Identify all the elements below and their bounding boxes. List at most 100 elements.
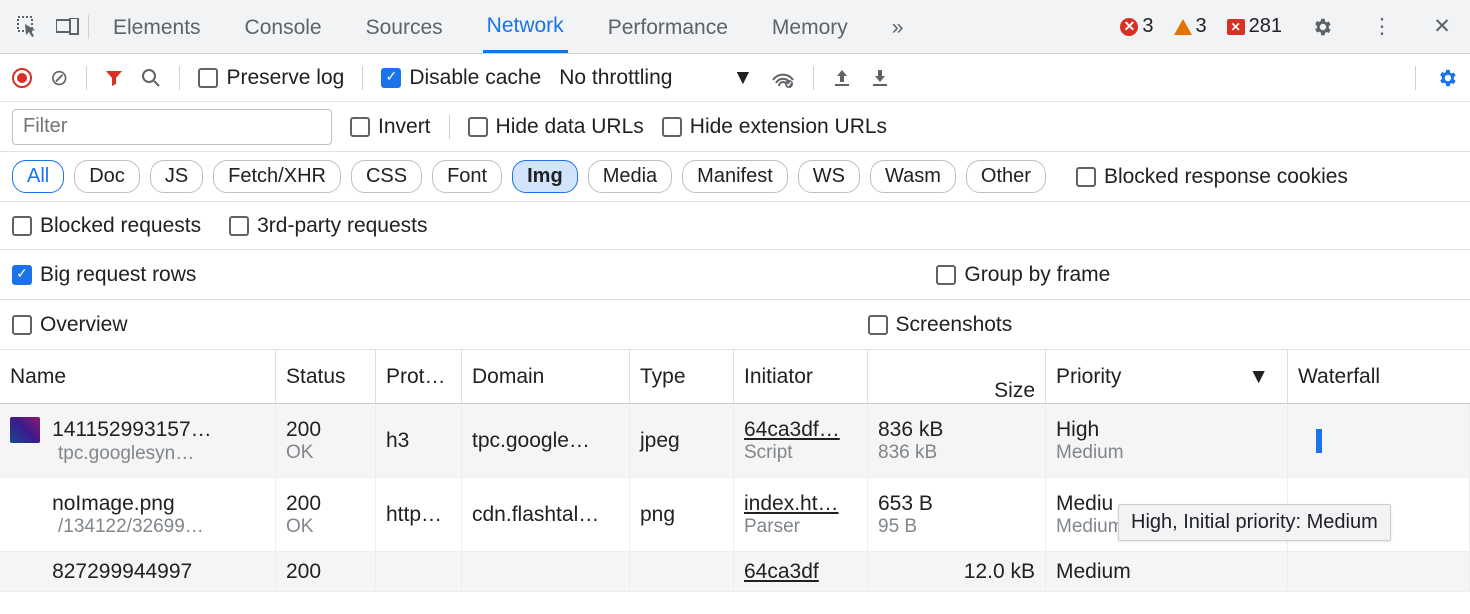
thumbnail-icon xyxy=(10,417,40,443)
type-all[interactable]: All xyxy=(12,160,64,193)
type-font[interactable]: Font xyxy=(432,160,502,193)
protocol-value: h3 xyxy=(386,429,409,453)
preserve-log-label: Preserve log xyxy=(226,66,344,90)
more-icon[interactable]: ⋮ xyxy=(1362,14,1402,39)
type-js[interactable]: JS xyxy=(150,160,203,193)
blocked-cookies-checkbox[interactable]: Blocked response cookies xyxy=(1076,165,1348,189)
domain-value: tpc.google… xyxy=(472,429,590,453)
request-name: 141152993157… xyxy=(52,418,265,442)
type-fetch[interactable]: Fetch/XHR xyxy=(213,160,341,193)
divider xyxy=(362,66,363,90)
tab-sources[interactable]: Sources xyxy=(362,2,447,52)
third-party-checkbox[interactable]: 3rd-party requests xyxy=(229,214,427,238)
size-value: 836 kB xyxy=(878,418,1035,442)
filter-input[interactable] xyxy=(12,109,332,145)
invert-input[interactable] xyxy=(350,117,370,137)
clear-button[interactable]: ⊘ xyxy=(50,65,68,91)
col-waterfall[interactable]: Waterfall xyxy=(1288,350,1470,403)
overview-input[interactable] xyxy=(12,315,32,335)
type-css[interactable]: CSS xyxy=(351,160,422,193)
message-count[interactable]: ✕ 281 xyxy=(1227,15,1282,38)
network-toolbar: ⊘ Preserve log Disable cache No throttli… xyxy=(0,54,1470,102)
device-toggle-icon[interactable] xyxy=(48,18,88,36)
type-ws[interactable]: WS xyxy=(798,160,860,193)
screenshots-input[interactable] xyxy=(868,315,888,335)
warning-count-value: 3 xyxy=(1196,15,1207,38)
invert-checkbox[interactable]: Invert xyxy=(350,115,431,139)
big-rows-input[interactable] xyxy=(12,265,32,285)
throttling-select[interactable]: No throttling ▼ xyxy=(559,66,753,90)
network-settings-icon[interactable] xyxy=(1436,67,1458,89)
group-by-frame-input[interactable] xyxy=(936,265,956,285)
waterfall-bar xyxy=(1316,429,1322,453)
preserve-log-checkbox[interactable]: Preserve log xyxy=(198,66,344,90)
col-priority[interactable]: Priority ▼ xyxy=(1046,350,1288,403)
error-count[interactable]: ✕ 3 xyxy=(1120,15,1153,38)
big-rows-checkbox[interactable]: Big request rows xyxy=(12,263,196,287)
blocked-cookies-input[interactable] xyxy=(1076,167,1096,187)
upload-har-icon[interactable] xyxy=(832,68,852,88)
type-other[interactable]: Other xyxy=(966,160,1046,193)
hide-ext-input[interactable] xyxy=(662,117,682,137)
hide-ext-urls-checkbox[interactable]: Hide extension URLs xyxy=(662,115,887,139)
priority-initial: Medium xyxy=(1056,442,1277,464)
blocked-requests-input[interactable] xyxy=(12,216,32,236)
col-status[interactable]: Status xyxy=(276,350,376,403)
type-media[interactable]: Media xyxy=(588,160,672,193)
table-header: Name Status Prot… Domain Type Initiator … xyxy=(0,350,1470,404)
preserve-log-input[interactable] xyxy=(198,68,218,88)
domain-value: cdn.flashtal… xyxy=(472,503,599,527)
table-row[interactable]: 141152993157… tpc.googlesyn… 200 OK h3 t… xyxy=(0,404,1470,478)
close-icon[interactable]: ✕ xyxy=(1422,14,1462,39)
tab-elements[interactable]: Elements xyxy=(109,2,205,52)
third-party-input[interactable] xyxy=(229,216,249,236)
table-row[interactable]: 827299944997 200 64ca3df 12.0 kB Medium xyxy=(0,552,1470,592)
initiator-type: Parser xyxy=(744,516,857,538)
search-icon[interactable] xyxy=(141,68,161,88)
hide-data-input[interactable] xyxy=(468,117,488,137)
warning-count[interactable]: 3 xyxy=(1174,15,1207,38)
blocked-requests-checkbox[interactable]: Blocked requests xyxy=(12,214,201,238)
status-code: 200 xyxy=(286,560,321,584)
col-initiator[interactable]: Initiator xyxy=(734,350,868,403)
hide-data-label: Hide data URLs xyxy=(496,115,644,139)
inspect-icon[interactable] xyxy=(8,16,48,38)
tab-console[interactable]: Console xyxy=(241,2,326,52)
filter-icon[interactable] xyxy=(105,69,123,87)
col-size[interactable]: Size xyxy=(868,350,1046,403)
hide-data-urls-checkbox[interactable]: Hide data URLs xyxy=(468,115,644,139)
col-domain[interactable]: Domain xyxy=(462,350,630,403)
type-wasm[interactable]: Wasm xyxy=(870,160,956,193)
type-doc[interactable]: Doc xyxy=(74,160,140,193)
message-icon: ✕ xyxy=(1227,19,1245,35)
screenshots-checkbox[interactable]: Screenshots xyxy=(868,313,1013,337)
col-protocol[interactable]: Prot… xyxy=(376,350,462,403)
col-priority-label: Priority xyxy=(1056,365,1121,389)
more-tabs-icon[interactable]: » xyxy=(888,2,908,52)
initiator-link[interactable]: 64ca3df… xyxy=(744,418,857,442)
type-img[interactable]: Img xyxy=(512,160,578,193)
tab-network[interactable]: Network xyxy=(483,0,568,53)
priority-tooltip: High, Initial priority: Medium xyxy=(1118,504,1391,541)
status-code: 200 xyxy=(286,492,365,516)
size-transfer: 95 B xyxy=(878,516,1035,538)
record-button[interactable] xyxy=(12,68,32,88)
group-by-frame-checkbox[interactable]: Group by frame xyxy=(936,263,1110,287)
col-type[interactable]: Type xyxy=(630,350,734,403)
tab-performance[interactable]: Performance xyxy=(604,2,732,52)
overview-checkbox[interactable]: Overview xyxy=(12,313,128,337)
type-manifest[interactable]: Manifest xyxy=(682,160,788,193)
settings-icon[interactable] xyxy=(1302,16,1342,38)
request-name: 827299944997 xyxy=(52,560,265,584)
disable-cache-checkbox[interactable]: Disable cache xyxy=(381,66,541,90)
network-conditions-icon[interactable] xyxy=(771,68,795,88)
panel-tabs: Elements Console Sources Network Perform… xyxy=(109,0,907,53)
initiator-link[interactable]: 64ca3df xyxy=(744,560,819,584)
download-har-icon[interactable] xyxy=(870,68,890,88)
initiator-link[interactable]: index.ht… xyxy=(744,492,857,516)
disable-cache-input[interactable] xyxy=(381,68,401,88)
col-name[interactable]: Name xyxy=(0,350,276,403)
invert-label: Invert xyxy=(378,115,431,139)
error-icon: ✕ xyxy=(1120,18,1138,36)
tab-memory[interactable]: Memory xyxy=(768,2,852,52)
